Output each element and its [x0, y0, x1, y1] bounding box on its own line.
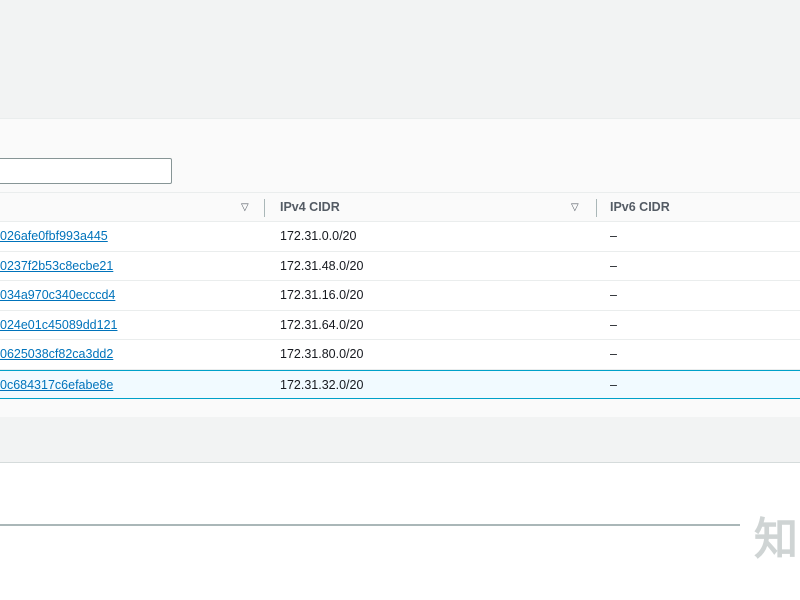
subnet-id-link[interactable]: 0625038cf82ca3dd2 [0, 340, 113, 369]
filter-input[interactable] [0, 158, 172, 184]
ipv4-cidr-cell: 172.31.16.0/20 [280, 288, 364, 302]
subnet-id-link[interactable]: 034a970c340ecccd4 [0, 281, 115, 310]
sort-down-icon[interactable]: ▽ [241, 193, 249, 222]
column-resizer[interactable] [596, 199, 597, 217]
table-row[interactable]: 034a970c340ecccd4 172.31.16.0/20 – [0, 281, 800, 311]
ipv6-cidr-cell: – [610, 258, 617, 273]
details-panel-header [0, 417, 800, 463]
subnet-id-link[interactable]: 0c684317c6efabe8e [0, 371, 113, 400]
ipv6-cidr-cell: – [610, 347, 617, 361]
table-header: ▽ IPv4 CIDR ▽ IPv6 CIDR [0, 192, 800, 222]
page: ▽ IPv4 CIDR ▽ IPv6 CIDR 026afe0fbf993a44… [0, 0, 800, 600]
ipv4-cidr-cell: 172.31.64.0/20 [280, 317, 364, 332]
divider [0, 524, 740, 526]
top-band [0, 0, 800, 118]
table-row[interactable]: 0237f2b53c8ecbe21 172.31.48.0/20 – [0, 251, 800, 281]
ipv6-cidr-cell: – [610, 377, 617, 392]
column-header-ipv6-cidr[interactable]: IPv6 CIDR [610, 193, 670, 222]
subnet-id-link[interactable]: 024e01c45089dd121 [0, 311, 117, 340]
ipv4-cidr-cell: 172.31.80.0/20 [280, 347, 364, 361]
subnets-table: ▽ IPv4 CIDR ▽ IPv6 CIDR 026afe0fbf993a44… [0, 192, 800, 399]
ipv4-cidr-cell: 172.31.48.0/20 [280, 258, 364, 273]
subnet-id-link[interactable]: 0237f2b53c8ecbe21 [0, 252, 113, 281]
column-resizer[interactable] [264, 199, 265, 217]
ipv6-cidr-cell: – [610, 229, 617, 243]
details-panel [0, 463, 800, 600]
watermark-logo: 知 [754, 514, 798, 565]
ipv4-cidr-cell: 172.31.32.0/20 [280, 377, 364, 392]
subnet-id-link[interactable]: 026afe0fbf993a445 [0, 222, 108, 251]
ipv4-cidr-cell: 172.31.0.0/20 [280, 229, 357, 243]
subnets-panel: ▽ IPv4 CIDR ▽ IPv6 CIDR 026afe0fbf993a44… [0, 118, 800, 418]
ipv6-cidr-cell: – [610, 288, 617, 302]
column-header-ipv4-cidr[interactable]: IPv4 CIDR [280, 193, 340, 222]
table-row[interactable]: 0625038cf82ca3dd2 172.31.80.0/20 – [0, 340, 800, 370]
table-row[interactable]: 024e01c45089dd121 172.31.64.0/20 – [0, 310, 800, 340]
sort-down-icon[interactable]: ▽ [571, 193, 579, 222]
table-row[interactable]: 026afe0fbf993a445 172.31.0.0/20 – [0, 222, 800, 252]
ipv6-cidr-cell: – [610, 317, 617, 332]
table-row-selected[interactable]: 0c684317c6efabe8e 172.31.32.0/20 – [0, 369, 800, 400]
